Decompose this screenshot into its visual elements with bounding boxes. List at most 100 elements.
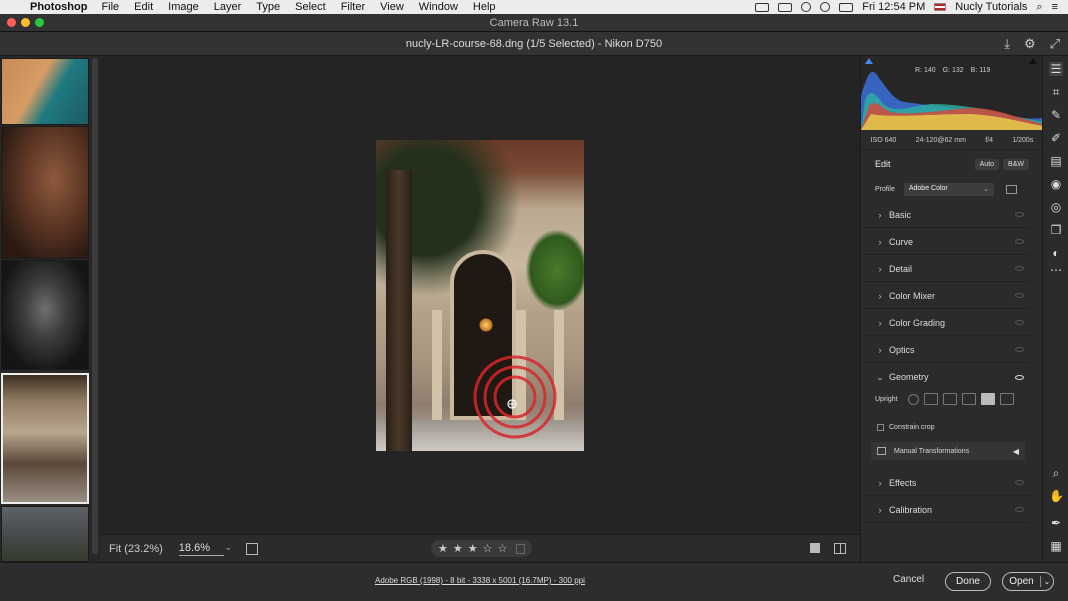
- eye-icon[interactable]: [1015, 347, 1024, 352]
- fullscreen-icon[interactable]: ⤢: [1050, 32, 1060, 56]
- crop-icon[interactable]: ⌗: [1049, 85, 1063, 99]
- eye-icon[interactable]: [1015, 507, 1024, 512]
- menu-view[interactable]: View: [380, 1, 404, 13]
- preview-image[interactable]: [376, 140, 584, 451]
- zoom-tool-icon[interactable]: ⌕: [1049, 466, 1063, 480]
- upright-full-icon[interactable]: [980, 393, 995, 405]
- creative-cloud-icon[interactable]: [801, 2, 812, 12]
- eye-icon[interactable]: [1015, 374, 1024, 380]
- section-curve[interactable]: › Curve: [863, 229, 1030, 255]
- window-title: Camera Raw 13.1: [489, 17, 579, 29]
- split-view-icon[interactable]: [834, 543, 846, 554]
- eyedropper-icon[interactable]: ✒: [1049, 516, 1063, 530]
- done-button[interactable]: Done: [945, 572, 991, 591]
- control-center-icon[interactable]: ≡: [1052, 1, 1058, 13]
- save-image-icon[interactable]: ⤓: [1004, 32, 1010, 56]
- star-icon[interactable]: ★: [468, 542, 478, 555]
- zoom-window-button[interactable]: [35, 18, 44, 27]
- settings-gear-icon[interactable]: ⚙: [1024, 32, 1036, 56]
- chevron-down-icon[interactable]: ⌄: [1041, 577, 1053, 586]
- section-calibration[interactable]: › Calibration: [863, 497, 1030, 523]
- brush-icon[interactable]: ✐: [1049, 131, 1063, 145]
- eye-icon[interactable]: [1015, 212, 1024, 217]
- presets-icon[interactable]: ◐: [1049, 246, 1063, 260]
- single-view-icon[interactable]: [810, 543, 820, 553]
- eye-icon[interactable]: [1015, 480, 1024, 485]
- upright-auto-icon[interactable]: [923, 393, 938, 405]
- upright-level-icon[interactable]: [942, 393, 957, 405]
- before-after-icon[interactable]: [246, 542, 258, 555]
- filmstrip-thumb-portrait-veil[interactable]: [1, 126, 89, 259]
- menu-layer[interactable]: Layer: [214, 1, 242, 13]
- constrain-crop-row[interactable]: Constrain crop: [877, 424, 935, 431]
- hand-tool-icon[interactable]: ✋: [1049, 489, 1064, 503]
- star-empty-icon[interactable]: ☆: [483, 542, 493, 555]
- bw-button[interactable]: B&W: [1003, 158, 1029, 170]
- trash-icon[interactable]: [516, 543, 526, 554]
- red-eye-icon[interactable]: ◎: [1049, 200, 1063, 214]
- filmstrip-thumb-landscape[interactable]: [1, 506, 89, 562]
- eye-icon[interactable]: [1015, 293, 1024, 298]
- fit-zoom-button[interactable]: Fit (23.2%): [109, 543, 163, 555]
- zoom-level-select[interactable]: 18.6% ⌄: [178, 542, 232, 556]
- minimize-window-button[interactable]: [21, 18, 30, 27]
- spotlight-search-icon[interactable]: ⌕: [1036, 1, 1042, 14]
- menu-type[interactable]: Type: [256, 1, 280, 13]
- document-title: nucly-LR-course-68.dng (1/5 Selected) - …: [405, 38, 663, 50]
- triangle-left-icon[interactable]: ◀: [1013, 447, 1019, 456]
- snapshots-icon[interactable]: ❐: [1049, 223, 1063, 237]
- section-basic[interactable]: › Basic: [863, 202, 1030, 228]
- open-button[interactable]: Open ⌄: [1002, 572, 1054, 591]
- eye-icon[interactable]: [1015, 239, 1024, 244]
- filmstrip-thumb-beach[interactable]: [1, 58, 89, 125]
- menu-window[interactable]: Window: [419, 1, 458, 13]
- display-icon[interactable]: [839, 2, 854, 12]
- menu-edit[interactable]: Edit: [134, 1, 153, 13]
- menu-help[interactable]: Help: [473, 1, 496, 13]
- input-source-flag-icon[interactable]: [934, 3, 947, 11]
- upright-guided-icon[interactable]: [999, 393, 1014, 405]
- battery-icon[interactable]: [778, 2, 793, 12]
- linear-gradient-icon[interactable]: ▤: [1049, 154, 1063, 168]
- wifi-icon[interactable]: [820, 2, 831, 12]
- filmstrip-scrollbar[interactable]: [92, 58, 98, 554]
- eye-icon[interactable]: [1015, 320, 1024, 325]
- menu-filter[interactable]: Filter: [341, 1, 365, 13]
- edit-sliders-icon[interactable]: ☰: [1049, 62, 1063, 76]
- menubar-clock[interactable]: Fri 12:54 PM: [862, 1, 925, 13]
- healing-icon[interactable]: ✎: [1049, 108, 1063, 122]
- section-optics[interactable]: › Optics: [863, 337, 1030, 363]
- manual-transformations-row[interactable]: Manual Transformations ◀: [871, 442, 1025, 460]
- star-icon[interactable]: ★: [438, 542, 448, 555]
- upright-off-icon[interactable]: [907, 393, 919, 405]
- auto-button[interactable]: Auto: [974, 158, 1000, 170]
- section-effects[interactable]: › Effects: [863, 470, 1030, 496]
- grid-overlay-icon[interactable]: ▦: [1049, 539, 1063, 553]
- radial-gradient-icon[interactable]: ◉: [1049, 177, 1063, 191]
- menubar-user[interactable]: Nucly Tutorials: [955, 1, 1027, 13]
- close-window-button[interactable]: [7, 18, 16, 27]
- more-icon[interactable]: ⋯: [1049, 263, 1063, 277]
- workflow-options-link[interactable]: Adobe RGB (1998) - 8 bit - 3338 x 5001 (…: [375, 576, 585, 585]
- menu-select[interactable]: Select: [295, 1, 326, 13]
- section-geometry[interactable]: ⌄ Geometry: [863, 364, 1030, 390]
- profile-browser-icon[interactable]: [1005, 184, 1017, 194]
- section-color-grading[interactable]: › Color Grading: [863, 310, 1030, 336]
- cancel-button[interactable]: Cancel: [893, 574, 924, 585]
- histogram[interactable]: R: 140 G: 132 B: 119: [861, 56, 1043, 130]
- upright-vertical-icon[interactable]: [961, 393, 976, 405]
- eye-icon[interactable]: [1015, 266, 1024, 271]
- star-icon[interactable]: ★: [453, 542, 463, 555]
- section-detail[interactable]: › Detail: [863, 256, 1030, 282]
- section-color-mixer[interactable]: › Color Mixer: [863, 283, 1030, 309]
- screen-record-icon[interactable]: [755, 2, 770, 12]
- menu-image[interactable]: Image: [168, 1, 199, 13]
- filmstrip-thumb-portrait-bw[interactable]: [1, 260, 89, 370]
- star-empty-icon[interactable]: ☆: [498, 542, 508, 555]
- filmstrip-thumb-building-selected[interactable]: [1, 373, 89, 504]
- profile-select[interactable]: Adobe Color ⌄: [903, 182, 994, 196]
- constrain-crop-checkbox[interactable]: [877, 424, 884, 431]
- image-canvas[interactable]: [100, 56, 860, 534]
- menu-file[interactable]: File: [101, 1, 119, 13]
- app-menu[interactable]: Photoshop: [30, 1, 87, 13]
